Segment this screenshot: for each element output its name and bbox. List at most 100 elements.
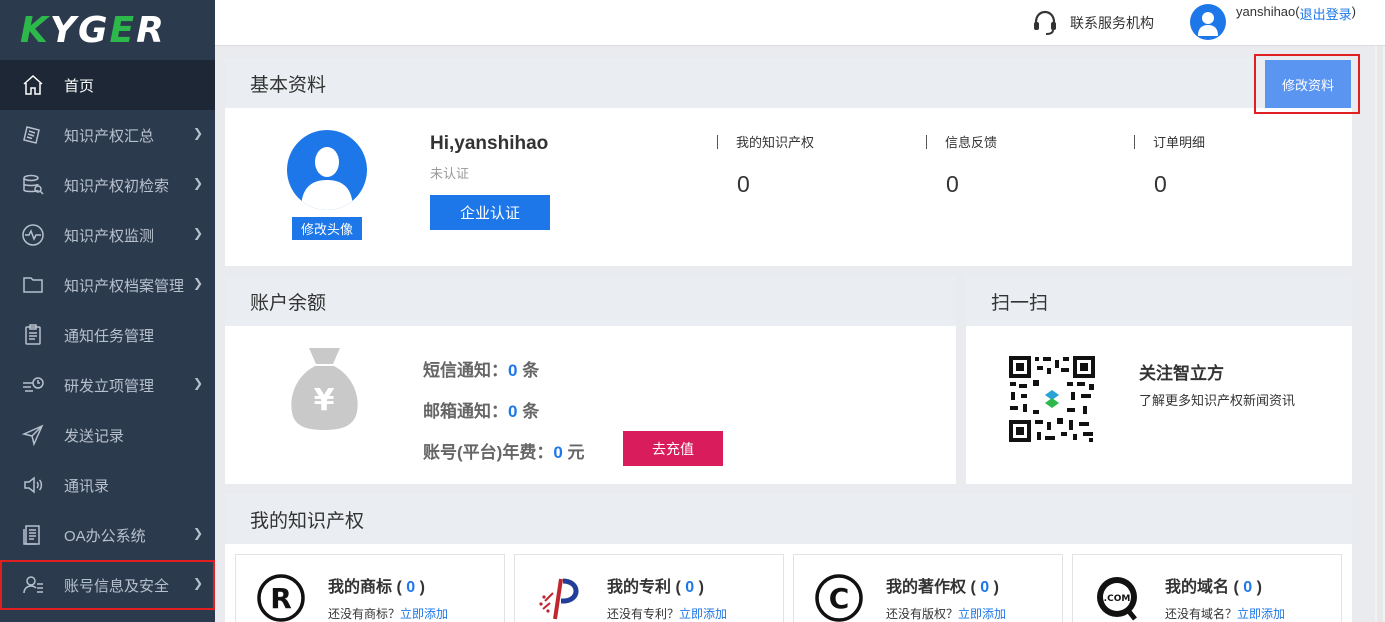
sidebar: KYGER 首页 知识产权汇总 ❯ 知识产权初检索 ❯ 知识产权监测 ❯ 知识产… (0, 0, 215, 622)
svg-text:¥: ¥ (314, 383, 335, 418)
patent-card[interactable]: 我的专利 ( 0 ) 还没有专利？立即添加 (514, 554, 784, 622)
svg-text:C: C (829, 582, 850, 615)
rd-project-icon (20, 372, 46, 398)
money-bag-icon: ¥ (291, 348, 358, 430)
sidebar-item-account-security[interactable]: 账号信息及安全 ❯ (0, 560, 215, 610)
sidebar-item-contacts[interactable]: 通讯录 (0, 460, 215, 510)
contact-service-link[interactable]: 联系服务机构 (1030, 8, 1154, 38)
sidebar-item-label: 研发立项管理 (64, 377, 155, 395)
add-domain-link[interactable]: 立即添加 (1237, 607, 1285, 621)
trademark-card[interactable]: R 我的商标 ( 0 ) 还没有商标？立即添加 (235, 554, 505, 622)
card-empty-text: 还没有商标？立即添加 (328, 607, 449, 621)
add-trademark-link[interactable]: 立即添加 (400, 607, 448, 621)
card-title: 我的商标 ( 0 ) (328, 579, 425, 596)
database-search-icon (20, 172, 46, 198)
copyright-icon: C (815, 574, 863, 622)
recharge-button[interactable]: 去充值 (623, 431, 723, 466)
stat-my-ip[interactable]: 我的知识产权 0 (717, 132, 814, 198)
pulse-monitor-icon (20, 222, 46, 248)
my-ip-panel: 我的知识产权 R 我的商标 ( 0 ) 还没有商标？立即添加 我的专利 ( 0 … (225, 494, 1352, 622)
sidebar-item-notice-tasks[interactable]: 通知任务管理 (0, 310, 215, 360)
stat-label: 信息反馈 (945, 135, 998, 150)
chevron-right-icon: ❯ (192, 576, 203, 590)
sidebar-item-label: 账号信息及安全 (64, 577, 170, 595)
profile-avatar (287, 130, 367, 210)
enterprise-cert-button[interactable]: 企业认证 (430, 195, 550, 230)
user-avatar-icon[interactable] (1190, 4, 1226, 40)
sidebar-item-ip-search[interactable]: 知识产权初检索 ❯ (0, 160, 215, 210)
card-title: 我的著作权 ( 0 ) (886, 579, 999, 596)
chevron-right-icon: ❯ (192, 226, 203, 240)
panel-title: 扫一扫 (966, 276, 1352, 326)
svg-text:.COM: .COM (1104, 594, 1131, 604)
edit-profile-highlight: 修改资料 (1254, 54, 1360, 114)
sidebar-item-send-records[interactable]: 发送记录 (0, 410, 215, 460)
sidebar-item-label: 首页 (64, 77, 95, 95)
qr-code-icon (1007, 354, 1097, 444)
sidebar-item-home[interactable]: 首页 (0, 60, 215, 110)
panel-title: 我的知识产权 (225, 494, 1352, 544)
panel-title: 基本资料 (225, 58, 1352, 108)
office-doc-icon (20, 522, 46, 548)
top-bar: 联系服务机构 yanshihao(退出登录) (215, 0, 1385, 46)
stat-value: 0 (737, 171, 750, 197)
cert-status: 未认证 (430, 166, 470, 181)
card-empty-text: 还没有专利？立即添加 (607, 607, 728, 621)
balance-panel: 账户余额 ¥ 短信通知：0 条 邮箱通知：0 条 账号(平台)年费：0 元 去充… (225, 276, 956, 484)
chevron-right-icon: ❯ (192, 276, 203, 290)
sidebar-item-ip-archive[interactable]: 知识产权档案管理 ❯ (0, 260, 215, 310)
logout-link[interactable]: 退出登录 (1300, 4, 1352, 23)
speaker-icon (20, 472, 46, 498)
chevron-right-icon: ❯ (192, 526, 203, 540)
send-icon (20, 422, 46, 448)
domain-card[interactable]: .COM 我的域名 ( 0 ) 还没有域名？立即添加 (1072, 554, 1342, 622)
card-title: 我的域名 ( 0 ) (1165, 579, 1262, 596)
stat-feedback[interactable]: 信息反馈 0 (926, 132, 997, 198)
follow-subtitle: 了解更多知识产权新闻资讯 (1139, 393, 1296, 408)
panel-title: 账户余额 (225, 276, 956, 326)
chevron-right-icon: ❯ (192, 176, 203, 190)
stat-value: 0 (946, 171, 959, 197)
stat-value: 0 (1154, 171, 1167, 197)
sidebar-item-label: 知识产权监测 (64, 227, 155, 245)
sidebar-item-rd-project[interactable]: 研发立项管理 ❯ (0, 360, 215, 410)
scan-panel: 扫一扫 关注智立方 了解更多知识产权新闻资讯 (966, 276, 1352, 484)
copyright-card[interactable]: C 我的著作权 ( 0 ) 还没有版权？立即添加 (793, 554, 1063, 622)
card-empty-text: 还没有域名？立即添加 (1165, 607, 1286, 621)
sidebar-item-label: 知识产权初检索 (64, 177, 170, 195)
sidebar-item-ip-monitor[interactable]: 知识产权监测 ❯ (0, 210, 215, 260)
user-settings-icon (20, 572, 46, 598)
greeting: Hi,yanshihao (430, 133, 549, 154)
follow-title: 关注智立方 (1139, 364, 1224, 383)
sidebar-item-label: 通知任务管理 (64, 327, 155, 345)
edit-profile-button[interactable]: 修改资料 (1265, 60, 1351, 108)
chevron-right-icon: ❯ (192, 126, 203, 140)
sms-balance: 短信通知：0 条 (423, 361, 540, 380)
add-copyright-link[interactable]: 立即添加 (958, 607, 1006, 621)
scrollbar-thumb[interactable] (1377, 46, 1383, 622)
add-patent-link[interactable]: 立即添加 (679, 607, 727, 621)
email-balance: 邮箱通知：0 条 (423, 402, 540, 421)
stat-orders[interactable]: 订单明细 0 (1134, 132, 1205, 198)
kyger-logo[interactable]: KYGER (0, 0, 215, 60)
sidebar-item-label: 通讯录 (64, 477, 110, 495)
registered-trademark-icon: R (257, 574, 305, 622)
sidebar-item-ip-summary[interactable]: 知识产权汇总 ❯ (0, 110, 215, 160)
sidebar-item-label: 发送记录 (64, 427, 125, 445)
contact-service-label: 联系服务机构 (1070, 15, 1154, 31)
username-close-paren: ) (1351, 4, 1356, 19)
chevron-right-icon: ❯ (192, 376, 203, 390)
stat-label: 订单明细 (1153, 135, 1206, 150)
sidebar-item-oa-system[interactable]: OA办公系统 ❯ (0, 510, 215, 560)
change-avatar-button[interactable]: 修改头像 (292, 217, 362, 240)
user-info: yanshihao(退出登录) (1190, 4, 1356, 40)
vertical-scrollbar[interactable] (1375, 46, 1385, 622)
document-stack-icon (20, 122, 46, 148)
clipboard-icon (20, 322, 46, 348)
username: yanshihao( (1236, 4, 1300, 19)
patent-logo-icon (539, 578, 579, 620)
stat-label: 我的知识产权 (736, 135, 815, 150)
folder-icon (20, 272, 46, 298)
profile-panel: 基本资料 修改头像 Hi,yanshihao 未认证 企业认证 我的知识产权 0… (225, 58, 1352, 266)
sidebar-item-label: OA办公系统 (64, 527, 146, 545)
